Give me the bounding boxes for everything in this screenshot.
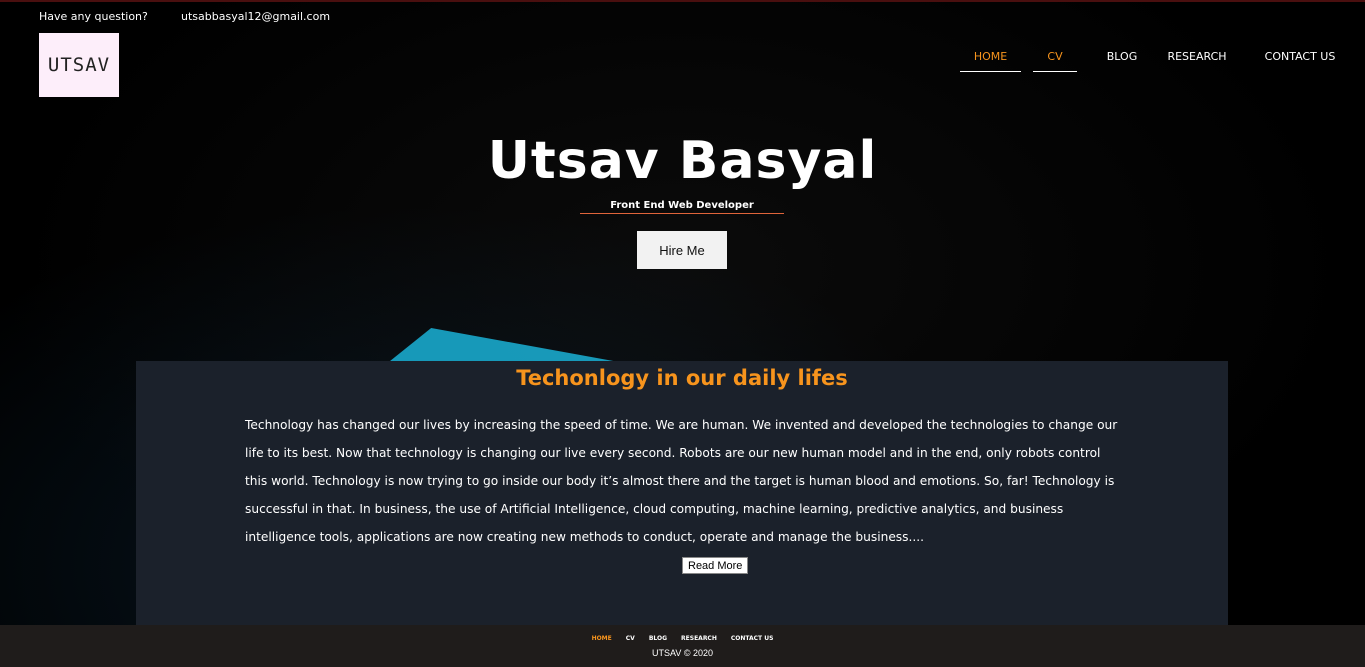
nav-item-contact-us[interactable]: CONTACT US bbox=[1255, 42, 1345, 72]
footer-nav-cv[interactable]: CV bbox=[626, 635, 635, 642]
footer-nav: HOME CV BLOG RESEARCH CONTACT US bbox=[0, 635, 1365, 642]
read-more-button[interactable]: Read More bbox=[682, 557, 749, 574]
site-logo[interactable]: UTSAV bbox=[39, 33, 119, 97]
footer-nav-research[interactable]: RESEARCH bbox=[681, 635, 717, 642]
footer-nav-blog[interactable]: BLOG bbox=[649, 635, 667, 642]
top-border bbox=[0, 0, 1365, 2]
footer: HOME CV BLOG RESEARCH CONTACT US UTSAV ©… bbox=[0, 625, 1365, 667]
background-laptop-glow bbox=[388, 328, 632, 362]
page: Have any question? utsabbasyal12@gmail.c… bbox=[0, 0, 1365, 667]
footer-nav-contact-us[interactable]: CONTACT US bbox=[731, 635, 774, 642]
footer-nav-home[interactable]: HOME bbox=[592, 635, 612, 642]
hero-name: Utsav Basyal bbox=[487, 131, 878, 191]
copyright: UTSAV © 2020 bbox=[652, 648, 713, 658]
nav-item-blog[interactable]: BLOG bbox=[1097, 42, 1147, 72]
nav-item-research[interactable]: RESEARCH bbox=[1157, 42, 1237, 72]
hero-subtitle: Front End Web Developer bbox=[580, 200, 784, 214]
question-label: Have any question? bbox=[39, 10, 148, 23]
hire-me-button[interactable]: Hire Me bbox=[637, 231, 727, 269]
article-body: Technology has changed our lives by incr… bbox=[245, 418, 1118, 544]
nav-item-home[interactable]: HOME bbox=[960, 42, 1021, 72]
article-card: Techonlogy in our daily lifes Technology… bbox=[136, 361, 1228, 625]
nav-item-cv[interactable]: CV bbox=[1033, 42, 1077, 72]
logo-text: UTSAV bbox=[47, 54, 111, 76]
main-nav: HOME CV BLOG RESEARCH CONTACT US bbox=[948, 42, 1345, 72]
article-title: Techonlogy in our daily lifes bbox=[516, 366, 848, 390]
contact-email[interactable]: utsabbasyal12@gmail.com bbox=[181, 10, 330, 23]
